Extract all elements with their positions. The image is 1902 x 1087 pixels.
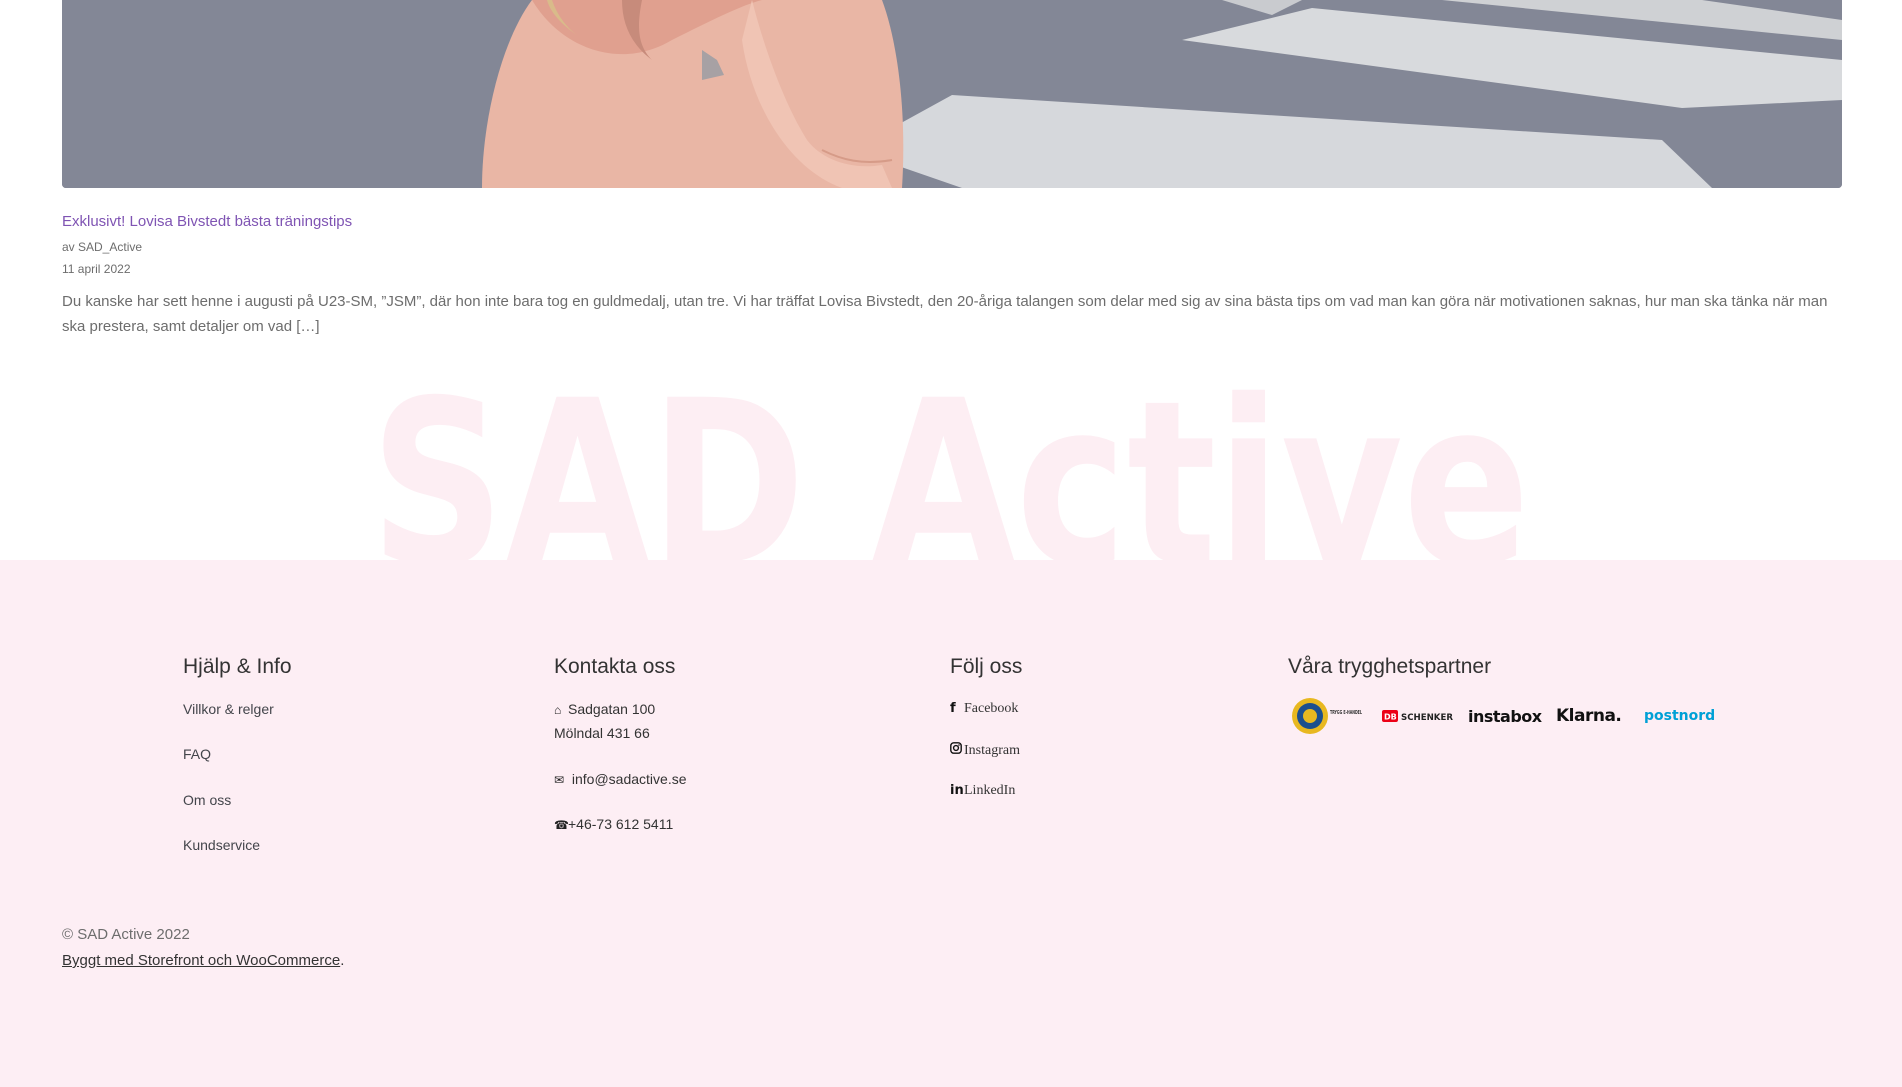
about-link[interactable]: Om oss xyxy=(183,792,231,808)
site-credit: Byggt med Storefront och WooCommerce. xyxy=(62,952,345,969)
sad-active-watermark: SAD Active xyxy=(0,380,1902,560)
storefront-credit-link[interactable]: Byggt med Storefront och WooCommerce xyxy=(62,952,340,969)
svg-text:DB: DB xyxy=(1384,713,1397,722)
post-date: 11 april 2022 xyxy=(62,262,131,276)
faq-link[interactable]: FAQ xyxy=(183,746,211,762)
footer-follow-column: Följ oss f Facebook Instagram inLinkedIn xyxy=(950,655,1023,798)
post-title-link[interactable]: Exklusivt! Lovisa Bivstedt bästa träning… xyxy=(62,213,352,230)
customer-service-link[interactable]: Kundservice xyxy=(183,837,260,853)
postnord-logo[interactable]: postnord xyxy=(1644,695,1720,737)
email-link[interactable]: ✉ info@sadactive.se xyxy=(554,771,687,787)
instagram-icon xyxy=(950,742,964,758)
post-excerpt: Du kanske har sett henne i augusti på U2… xyxy=(62,293,1828,335)
envelope-icon: ✉ xyxy=(554,773,565,787)
help-heading: Hjälp & Info xyxy=(183,655,292,678)
instagram-link[interactable]: Instagram xyxy=(950,742,1020,759)
post-author: av SAD_Active xyxy=(62,240,143,254)
footer-partners-column: Våra trygghetspartner TRYGG E-HANDEL DB … xyxy=(1288,655,1715,734)
footer-help-column: Hjälp & Info Villkor & relger FAQ Om oss… xyxy=(183,655,292,853)
follow-heading: Följ oss xyxy=(950,655,1023,678)
klarna-logo[interactable]: Klarna. xyxy=(1556,695,1632,737)
partner-logos: TRYGG E-HANDEL DB SCHENKER instabox Klar… xyxy=(1288,695,1728,737)
post-featured-image[interactable] xyxy=(62,0,1842,188)
linkedin-link[interactable]: inLinkedIn xyxy=(950,783,1015,799)
facebook-icon: f xyxy=(950,701,956,716)
linkedin-icon: in xyxy=(950,783,964,798)
partners-heading: Våra trygghetspartner xyxy=(1288,655,1492,678)
phone-link[interactable]: ☎+46-73 612 5411 xyxy=(554,816,673,832)
contact-heading: Kontakta oss xyxy=(554,655,676,678)
footer-contact-column: Kontakta oss ⌂ Sadgatan 100 Mölndal 431 6… xyxy=(554,655,687,832)
copyright-text: © SAD Active 2022 xyxy=(62,926,190,943)
svg-text:TRYGG E-HANDEL: TRYGG E-HANDEL xyxy=(1330,710,1362,716)
phone-icon: ☎ xyxy=(554,818,569,832)
svg-text:SAD Active: SAD Active xyxy=(370,380,1530,560)
terms-link[interactable]: Villkor & relger xyxy=(183,701,274,717)
trygg-ehandel-logo[interactable]: TRYGG E-HANDEL xyxy=(1290,695,1368,737)
instabox-logo[interactable]: instabox xyxy=(1468,695,1544,737)
site-footer: Hjälp & Info Villkor & relger FAQ Om oss… xyxy=(0,560,1902,1087)
facebook-link[interactable]: f Facebook xyxy=(950,701,1018,717)
svg-text:SCHENKER: SCHENKER xyxy=(1401,713,1453,723)
address-line-2: Mölndal 431 66 xyxy=(554,725,650,741)
db-schenker-logo[interactable]: DB SCHENKER xyxy=(1380,695,1456,737)
house-icon: ⌂ xyxy=(554,703,562,717)
address-line-1: ⌂ Sadgatan 100 xyxy=(554,701,656,717)
